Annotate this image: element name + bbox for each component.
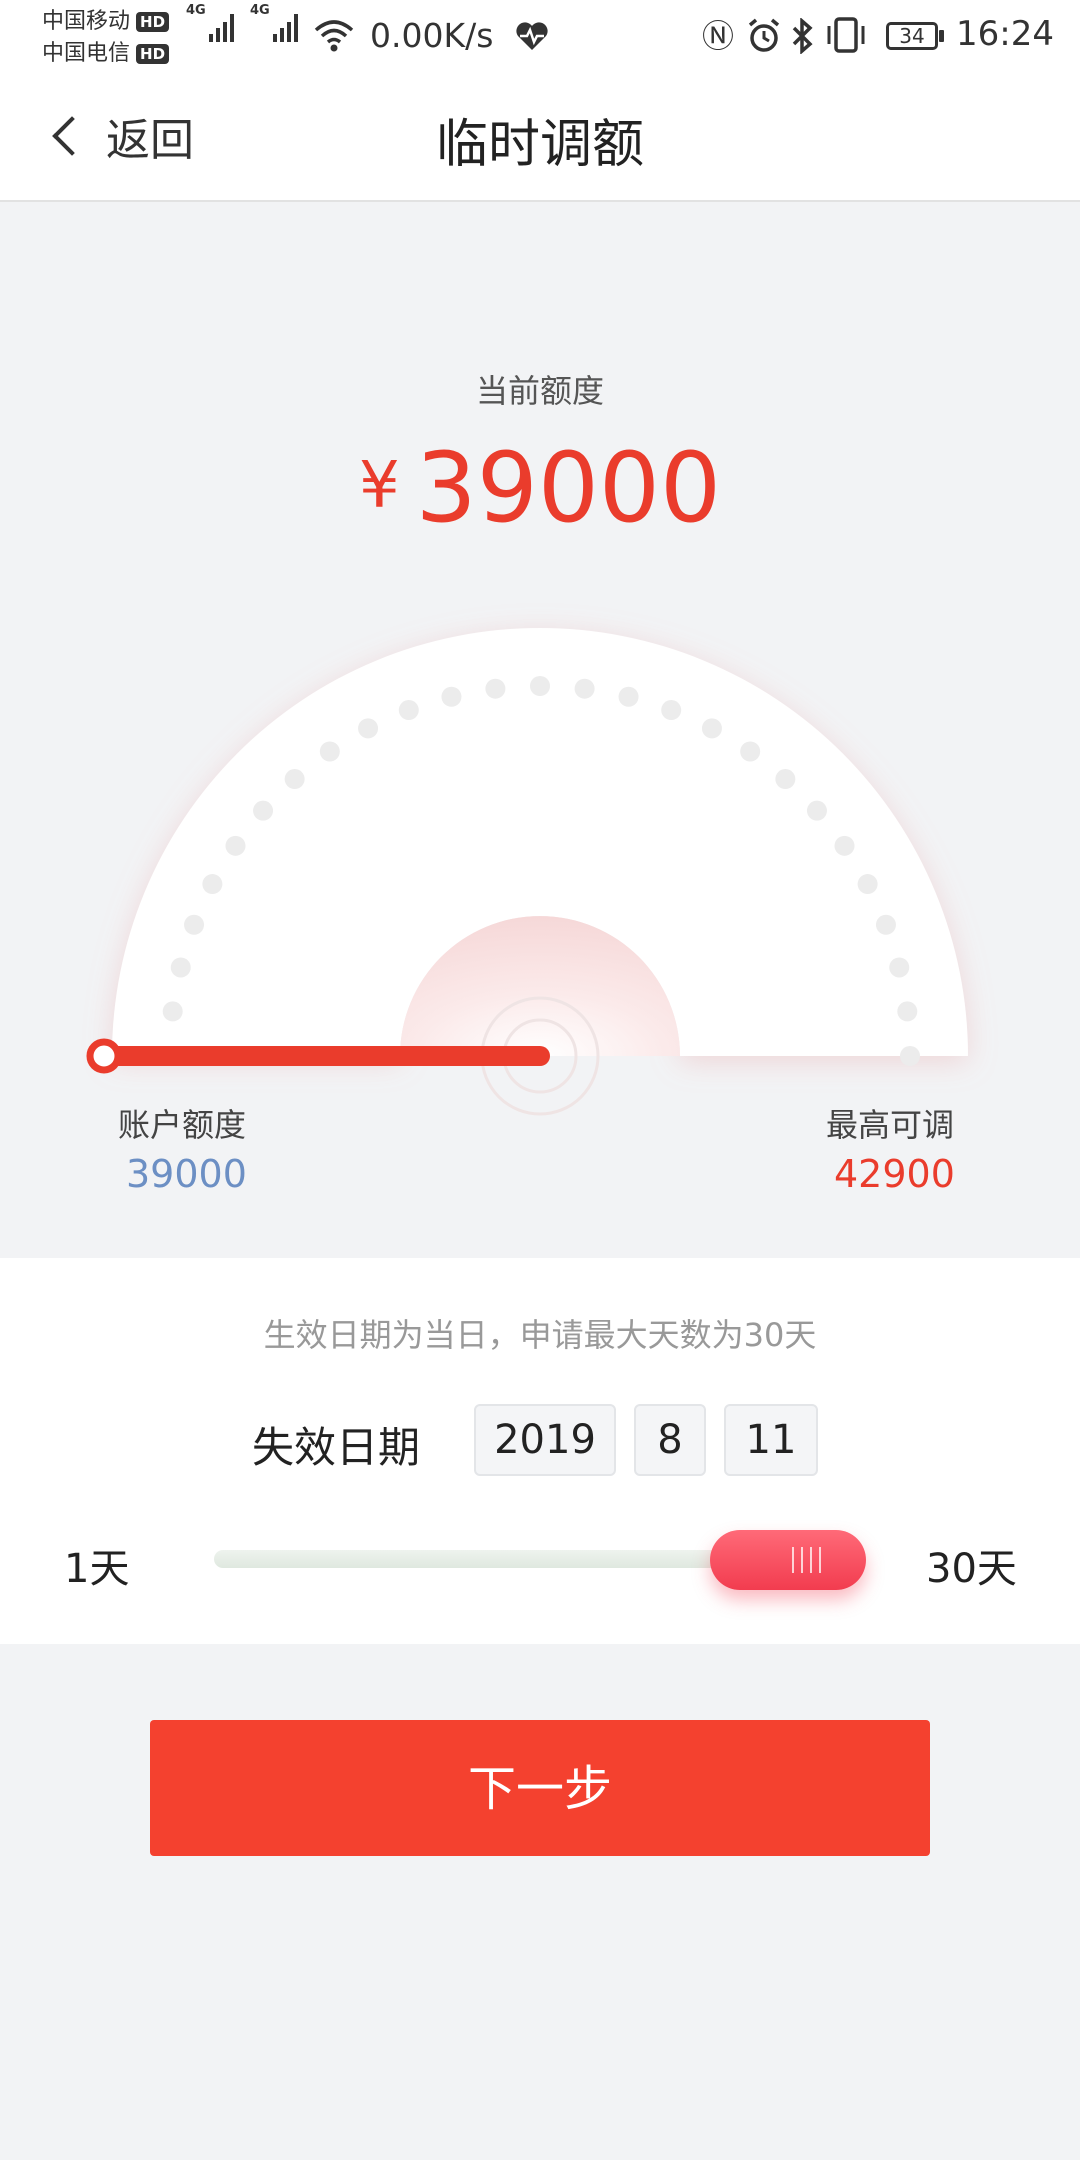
- gauge-tick-dot: [897, 1001, 918, 1022]
- gauge-tick-dot: [225, 835, 246, 856]
- gauge-tick-dot: [162, 1001, 183, 1022]
- alarm-icon: [748, 18, 780, 52]
- signal-icon-1: 4G: [186, 3, 234, 42]
- grip-icon: [792, 1547, 828, 1573]
- gauge-tick-dot: [661, 700, 682, 721]
- slider-max-label: 30天: [926, 1546, 1017, 1592]
- account-quota-label: 账户额度: [118, 1106, 247, 1144]
- page: 中国移动 HD 中国电信 HD 4G 4G 0.00K/s Ⓝ 34 16:24…: [0, 0, 1080, 2160]
- gauge-needle-tip: [86, 1038, 122, 1074]
- gauge-tick-dot: [358, 718, 379, 739]
- network-speed: 0.00K/s: [370, 16, 494, 55]
- nav-bar: 返回 临时调额: [0, 72, 1080, 202]
- carrier-name-2: 中国电信: [42, 41, 131, 66]
- nfc-icon: Ⓝ: [702, 17, 735, 55]
- carrier-row-2: 中国电信 HD: [42, 38, 170, 70]
- gauge-tick-dot: [319, 741, 340, 762]
- gauge-tick-dot: [284, 769, 305, 790]
- network-type-1: 4G: [186, 3, 206, 18]
- next-step-button[interactable]: 下一步: [150, 1720, 930, 1856]
- slider-min-label: 1天: [64, 1546, 130, 1592]
- account-quota-value: 39000: [126, 1152, 247, 1196]
- battery-tip: [939, 30, 944, 42]
- gauge-tick-dot: [253, 800, 274, 821]
- effective-date-note: 生效日期为当日，申请最大天数为30天: [263, 1316, 817, 1354]
- date-panel: 生效日期为当日，申请最大天数为30天 失效日期 2019 8 11 1天 30天: [0, 1258, 1080, 1644]
- gauge-tick-dot: [740, 741, 761, 762]
- gauge-tick-dot: [775, 769, 796, 790]
- gauge-tick-dot: [184, 914, 205, 935]
- hd-badge-1: HD: [136, 12, 170, 32]
- signal-icon-2: 4G: [250, 3, 298, 42]
- quota-gauge: [86, 628, 968, 1116]
- expiry-year-field[interactable]: 2019: [474, 1404, 616, 1476]
- page-title: 临时调额: [435, 115, 644, 175]
- carrier-name-1: 中国移动: [42, 9, 131, 34]
- health-heart-icon: [516, 22, 548, 50]
- currency-symbol: ¥: [358, 449, 400, 523]
- gauge-tick-dot: [701, 718, 722, 739]
- current-quota-amount: ¥39000: [0, 432, 1080, 544]
- vibrate-icon: [827, 17, 865, 53]
- expiry-month-field[interactable]: 8: [634, 1404, 706, 1476]
- wifi-icon: [314, 20, 354, 52]
- gauge-tick-dot: [398, 700, 419, 721]
- status-bar: 中国移动 HD 中国电信 HD 4G 4G 0.00K/s Ⓝ 34 16:24: [0, 0, 1080, 72]
- current-quota-label: 当前额度: [475, 372, 604, 410]
- max-adjustable-value: 42900: [834, 1152, 955, 1196]
- gauge-tick-dot: [170, 957, 191, 978]
- gauge-tick-dot: [857, 874, 878, 895]
- days-slider-thumb[interactable]: [710, 1530, 866, 1590]
- gauge-tick-dot: [875, 914, 896, 935]
- expiry-day-field[interactable]: 11: [724, 1404, 818, 1476]
- gauge-tick-dot: [530, 676, 550, 696]
- hd-badge-2: HD: [136, 44, 170, 64]
- max-adjustable-label: 最高可调: [826, 1106, 955, 1144]
- gauge-tick-dot: [834, 835, 855, 856]
- expiry-date-label: 失效日期: [252, 1423, 421, 1472]
- gauge-tick-dot: [806, 800, 827, 821]
- gauge-tick-dot: [485, 678, 506, 699]
- gauge-tick-dot: [202, 874, 223, 895]
- gauge-tick-dot: [889, 957, 910, 978]
- quota-number: 39000: [415, 432, 722, 544]
- gauge-tick-dot: [441, 686, 462, 707]
- gauge-tick-dot: [900, 1046, 920, 1066]
- bluetooth-icon: [792, 18, 813, 54]
- carrier-row-1: 中国移动 HD: [42, 6, 170, 38]
- network-type-2: 4G: [250, 3, 270, 18]
- gauge-tick-dot: [574, 678, 595, 699]
- gauge-tick-dot: [618, 686, 639, 707]
- carrier-info: 中国移动 HD 中国电信 HD: [42, 6, 170, 70]
- clock: 16:24: [956, 14, 1054, 54]
- battery-icon: 34: [886, 22, 938, 50]
